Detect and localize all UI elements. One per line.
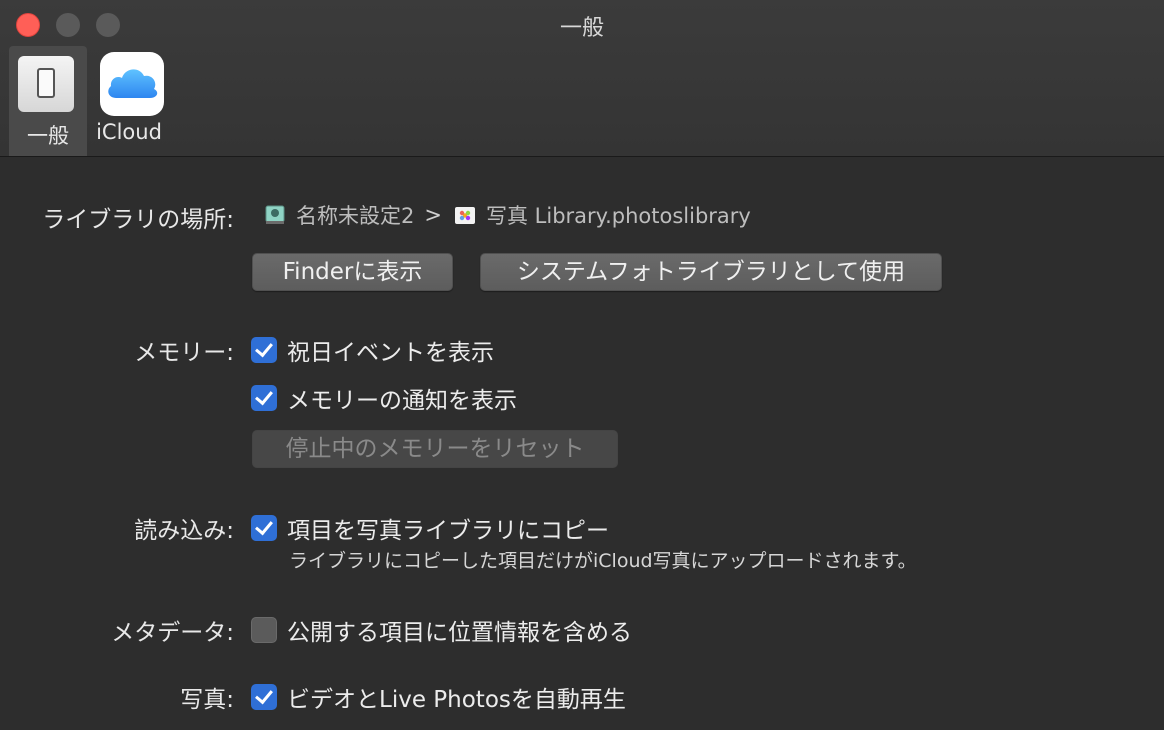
metadata-label: メタデータ: xyxy=(111,620,234,646)
icloud-icon xyxy=(100,52,164,116)
show-in-finder-button[interactable]: Finderに表示 xyxy=(252,253,453,291)
show-memory-notifications-label: メモリーの通知を表示 xyxy=(287,388,517,414)
copy-items-label: 項目を写真ライブラリにコピー xyxy=(287,518,609,544)
autoplay-option[interactable]: ビデオとLive Photosを自動再生 xyxy=(251,680,626,714)
show-memory-notifications-option[interactable]: メモリーの通知を表示 xyxy=(251,381,517,415)
include-location-option[interactable]: 公開する項目に位置情報を含める xyxy=(251,613,632,647)
photos-library-icon xyxy=(454,204,476,226)
general-pane: ライブラリの場所: 名称未設定2 > 写真 Library.photoslibr… xyxy=(0,158,1164,730)
path-separator: > xyxy=(424,203,442,227)
drive-icon xyxy=(264,204,286,226)
show-holidays-checkbox[interactable] xyxy=(251,337,277,363)
autoplay-label: ビデオとLive Photosを自動再生 xyxy=(287,687,626,713)
library-name: 写真 Library.photoslibrary xyxy=(485,204,751,228)
window-title: 一般 xyxy=(559,16,604,41)
copy-items-note: ライブラリにコピーした項目だけがiCloud写真にアップロードされます。 xyxy=(289,550,917,572)
include-location-label: 公開する項目に位置情報を含める xyxy=(287,620,632,646)
show-holidays-label: 祝日イベントを表示 xyxy=(287,340,494,366)
show-holidays-option[interactable]: 祝日イベントを表示 xyxy=(251,333,494,367)
include-location-checkbox[interactable] xyxy=(251,617,277,643)
library-path[interactable]: 名称未設定2 > 写真 Library.photoslibrary xyxy=(264,200,751,230)
importing-label: 読み込み: xyxy=(134,518,234,544)
tab-icloud-label: iCloud xyxy=(96,120,162,144)
tab-general-label: 一般 xyxy=(27,124,69,148)
library-location-label: ライブラリの場所: xyxy=(42,207,234,233)
use-as-system-library-button[interactable]: システムフォトライブラリとして使用 xyxy=(480,253,942,291)
tab-icloud[interactable]: iCloud xyxy=(90,46,168,156)
autoplay-checkbox[interactable] xyxy=(251,684,277,710)
tab-general[interactable]: 一般 xyxy=(9,46,87,156)
copy-items-option[interactable]: 項目を写真ライブラリにコピー xyxy=(251,511,609,545)
volume-name: 名称未設定2 xyxy=(296,204,415,228)
photos-label: 写真: xyxy=(180,687,234,713)
reset-blocked-memories-button[interactable]: 停止中のメモリーをリセット xyxy=(252,430,618,468)
general-icon xyxy=(18,56,74,112)
copy-items-checkbox[interactable] xyxy=(251,515,277,541)
preferences-window: 一般 一般 iCloud ライブラリの場所: 名称未設定2 > 写真 Libra… xyxy=(0,0,1164,730)
memories-label: メモリー: xyxy=(134,340,234,366)
title-bar: 一般 一般 iCloud xyxy=(0,0,1164,157)
show-memory-notifications-checkbox[interactable] xyxy=(251,385,277,411)
